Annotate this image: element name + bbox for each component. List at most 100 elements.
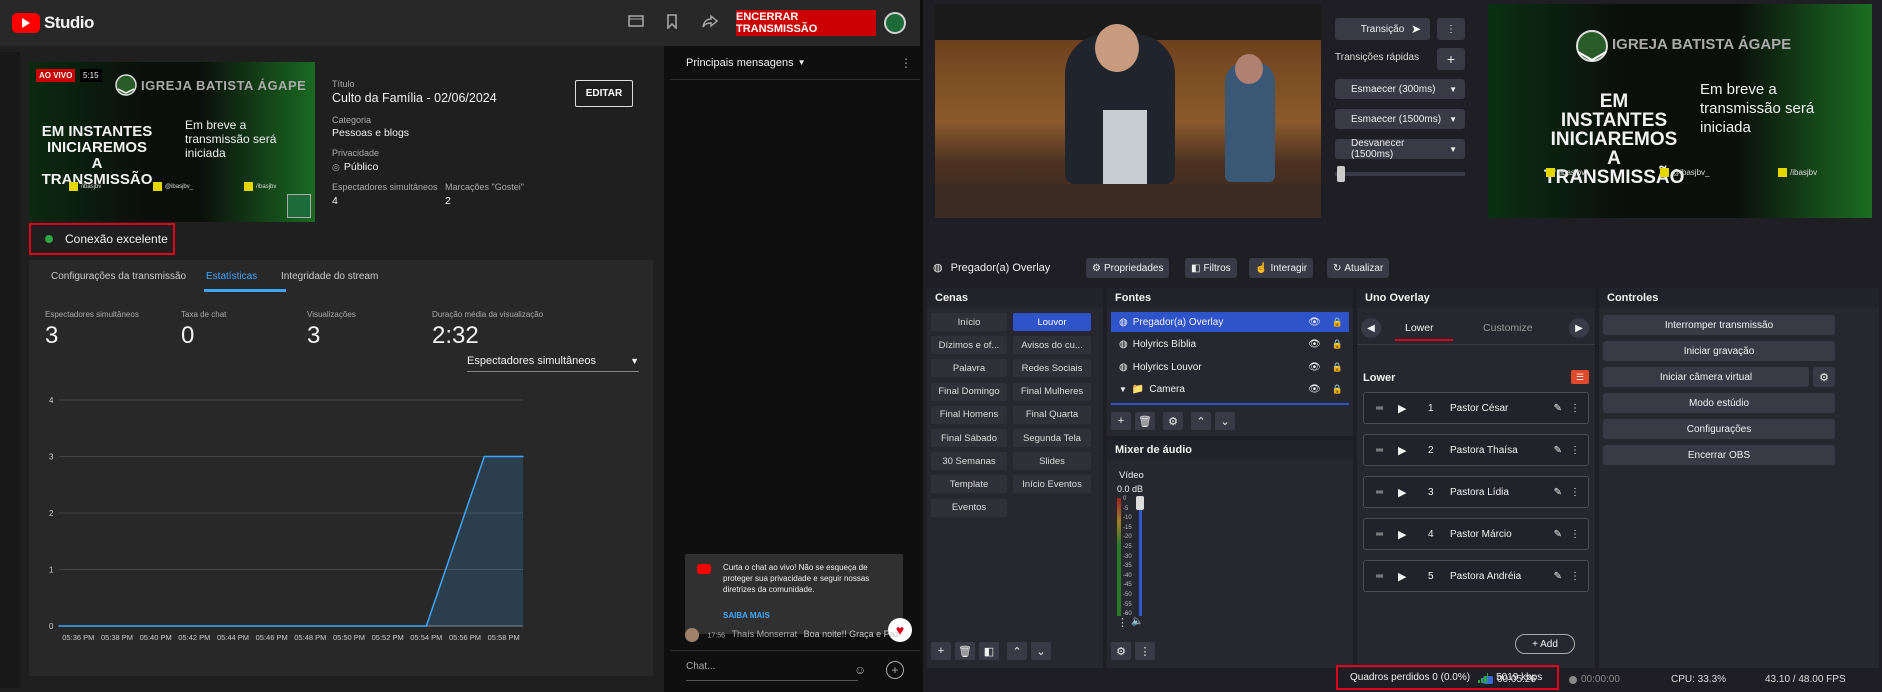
scene-item[interactable]: Avisos do cu...: [1013, 336, 1091, 355]
refresh-button[interactable]: ↻ Atualizar: [1327, 258, 1390, 278]
uno-tab-customize[interactable]: Customize: [1483, 322, 1533, 334]
youtube-studio-logo[interactable]: Studio: [12, 13, 94, 33]
chat-header[interactable]: Principais mensagens ▼: [670, 46, 920, 80]
properties-button[interactable]: ⚙ Propriedades: [1086, 258, 1170, 278]
scene-item[interactable]: Final Mulheres: [1013, 382, 1091, 401]
scene-item[interactable]: Eventos: [931, 498, 1007, 517]
lower-third-item[interactable]: ═ ▶ 3 Pastora Lídia ✎ ⋮: [1363, 476, 1589, 508]
play-icon[interactable]: ▶: [1398, 570, 1428, 583]
more-options-icon[interactable]: ⋮: [1570, 571, 1580, 582]
move-down-icon[interactable]: ⌄: [1215, 412, 1235, 430]
source-item[interactable]: ◍ Pregador(a) Overlay 👁 🔒: [1111, 312, 1349, 332]
source-item[interactable]: ◍ Holyrics Bíblia 👁 🔒: [1111, 335, 1349, 355]
play-icon[interactable]: ▶: [1398, 444, 1428, 457]
more-options-icon[interactable]: ⋮: [1570, 529, 1580, 540]
scene-item[interactable]: Dízimos e of...: [931, 336, 1007, 355]
lock-icon[interactable]: 🔒: [1332, 384, 1343, 395]
quick-transition-1[interactable]: Esmaecer (300ms) ▼: [1335, 79, 1465, 99]
tbar-slider[interactable]: [1337, 166, 1345, 182]
visibility-eye-icon[interactable]: 👁: [1308, 384, 1321, 395]
emoji-icon[interactable]: ☺: [854, 663, 866, 677]
preview-canvas[interactable]: [935, 4, 1321, 218]
move-up-icon[interactable]: ⌃: [1191, 412, 1211, 430]
share-icon[interactable]: [702, 14, 718, 28]
transition-menu-icon[interactable]: ⋮: [1437, 18, 1465, 40]
visibility-eye-icon[interactable]: 👁: [1308, 362, 1321, 373]
remove-source-icon[interactable]: 🗑: [1135, 412, 1155, 430]
lower-third-item[interactable]: ═ ▶ 1 Pastor César ✎ ⋮: [1363, 392, 1589, 424]
interact-button[interactable]: ☝ Interagir: [1249, 258, 1314, 278]
scene-item[interactable]: Final Sábado: [931, 429, 1007, 447]
tab-stream-health[interactable]: Integridade do stream: [281, 271, 378, 282]
chevron-right-icon[interactable]: ▶: [1569, 318, 1589, 338]
sources-scrollbar[interactable]: [1111, 403, 1349, 405]
visibility-eye-icon[interactable]: 👁: [1308, 339, 1321, 350]
scene-item[interactable]: Início: [931, 313, 1007, 331]
lower-third-item[interactable]: ═ ▶ 4 Pastor Márcio ✎ ⋮: [1363, 518, 1589, 550]
drag-handle-icon[interactable]: ═: [1376, 487, 1398, 498]
lock-icon[interactable]: 🔒: [1332, 317, 1343, 328]
visibility-eye-icon[interactable]: 👁: [1308, 317, 1321, 328]
lower-third-item[interactable]: ═ ▶ 2 Pastora Thaísa ✎ ⋮: [1363, 434, 1589, 466]
quick-transition-3[interactable]: Desvanecer (1500ms) ▼: [1335, 138, 1465, 160]
exit-obs-button[interactable]: Encerrar OBS: [1603, 445, 1835, 465]
mixer-options-icon[interactable]: ⋮: [1135, 642, 1155, 660]
tab-statistics[interactable]: Estatísticas: [206, 271, 257, 282]
scene-item[interactable]: Final Domingo: [931, 382, 1007, 401]
end-stream-button[interactable]: ENCERRAR TRANSMISSÃO: [736, 10, 876, 36]
scene-item[interactable]: Slides: [1013, 452, 1091, 471]
studio-mode-button[interactable]: Modo estúdio: [1603, 393, 1835, 413]
drag-handle-icon[interactable]: ═: [1376, 445, 1398, 456]
edit-icon[interactable]: ✎: [1554, 529, 1562, 540]
play-icon[interactable]: ▶: [1398, 402, 1428, 415]
drag-handle-icon[interactable]: ═: [1376, 403, 1398, 414]
scene-item[interactable]: Redes Sociais: [1013, 359, 1091, 378]
drag-handle-icon[interactable]: ═: [1376, 571, 1398, 582]
edit-icon[interactable]: ✎: [1554, 445, 1562, 456]
bookmark-icon[interactable]: [666, 14, 678, 29]
start-virtual-camera-button[interactable]: Iniciar câmera virtual: [1603, 367, 1809, 387]
scene-item[interactable]: Louvor: [1013, 313, 1091, 331]
scene-item[interactable]: Palavra: [931, 359, 1007, 378]
audio-settings-icon[interactable]: ⚙: [1111, 642, 1131, 660]
source-properties-icon[interactable]: ⚙: [1163, 412, 1183, 430]
move-up-icon[interactable]: ⌃: [1007, 642, 1027, 660]
expand-arrow-icon[interactable]: ▼: [1119, 385, 1127, 394]
edit-icon[interactable]: ✎: [1554, 487, 1562, 498]
edit-button[interactable]: EDITAR: [575, 80, 633, 107]
lock-icon[interactable]: 🔒: [1332, 339, 1343, 350]
lower-third-item[interactable]: ═ ▶ 5 Pastora Andréia ✎ ⋮: [1363, 560, 1589, 592]
learn-more-link[interactable]: SAIBA MAIS: [723, 610, 770, 621]
theater-mode-icon[interactable]: [628, 14, 644, 28]
source-item[interactable]: ◍ Holyrics Louvor 👁 🔒: [1111, 357, 1349, 377]
add-source-icon[interactable]: +: [1111, 412, 1131, 430]
more-options-icon[interactable]: ⋮: [1570, 403, 1580, 414]
tab-stream-settings[interactable]: Configurações da transmissão: [51, 271, 186, 282]
scene-item[interactable]: Final Quarta: [1013, 405, 1091, 424]
speaker-icon[interactable]: 🔈: [1131, 616, 1143, 627]
scene-item[interactable]: Segunda Tela: [1013, 429, 1091, 447]
remove-scene-icon[interactable]: 🗑: [955, 642, 975, 660]
filters-button[interactable]: ◧ Filtros: [1185, 258, 1237, 278]
play-icon[interactable]: ▶: [1398, 486, 1428, 499]
add-lower-button[interactable]: + Add: [1515, 634, 1575, 654]
volume-fader-handle[interactable]: [1136, 496, 1144, 510]
add-icon[interactable]: +: [886, 661, 904, 679]
scene-item[interactable]: Template: [931, 475, 1007, 494]
more-options-icon[interactable]: ⋮: [1570, 487, 1580, 498]
scene-item[interactable]: Final Homens: [931, 405, 1007, 424]
scene-item[interactable]: 30 Semanas: [931, 452, 1007, 471]
virtual-camera-settings-icon[interactable]: ⚙: [1813, 367, 1835, 387]
source-item[interactable]: ▼ 📁 Camera 👁 🔒: [1111, 380, 1349, 400]
drag-handle-icon[interactable]: ═: [1376, 529, 1398, 540]
settings-button[interactable]: Configurações: [1603, 419, 1835, 439]
add-scene-icon[interactable]: +: [931, 642, 951, 660]
add-quick-transition-icon[interactable]: +: [1437, 48, 1465, 70]
play-icon[interactable]: ▶: [1398, 528, 1428, 541]
stream-thumbnail[interactable]: AO VIVO 5:15 IGREJA BATISTA ÁGAPE EM INS…: [29, 62, 315, 222]
lock-icon[interactable]: 🔒: [1332, 362, 1343, 373]
edit-icon[interactable]: ✎: [1554, 403, 1562, 414]
more-options-icon[interactable]: ⋮: [900, 56, 912, 70]
chevron-left-icon[interactable]: ◀: [1361, 318, 1381, 338]
channel-avatar[interactable]: [884, 12, 906, 34]
